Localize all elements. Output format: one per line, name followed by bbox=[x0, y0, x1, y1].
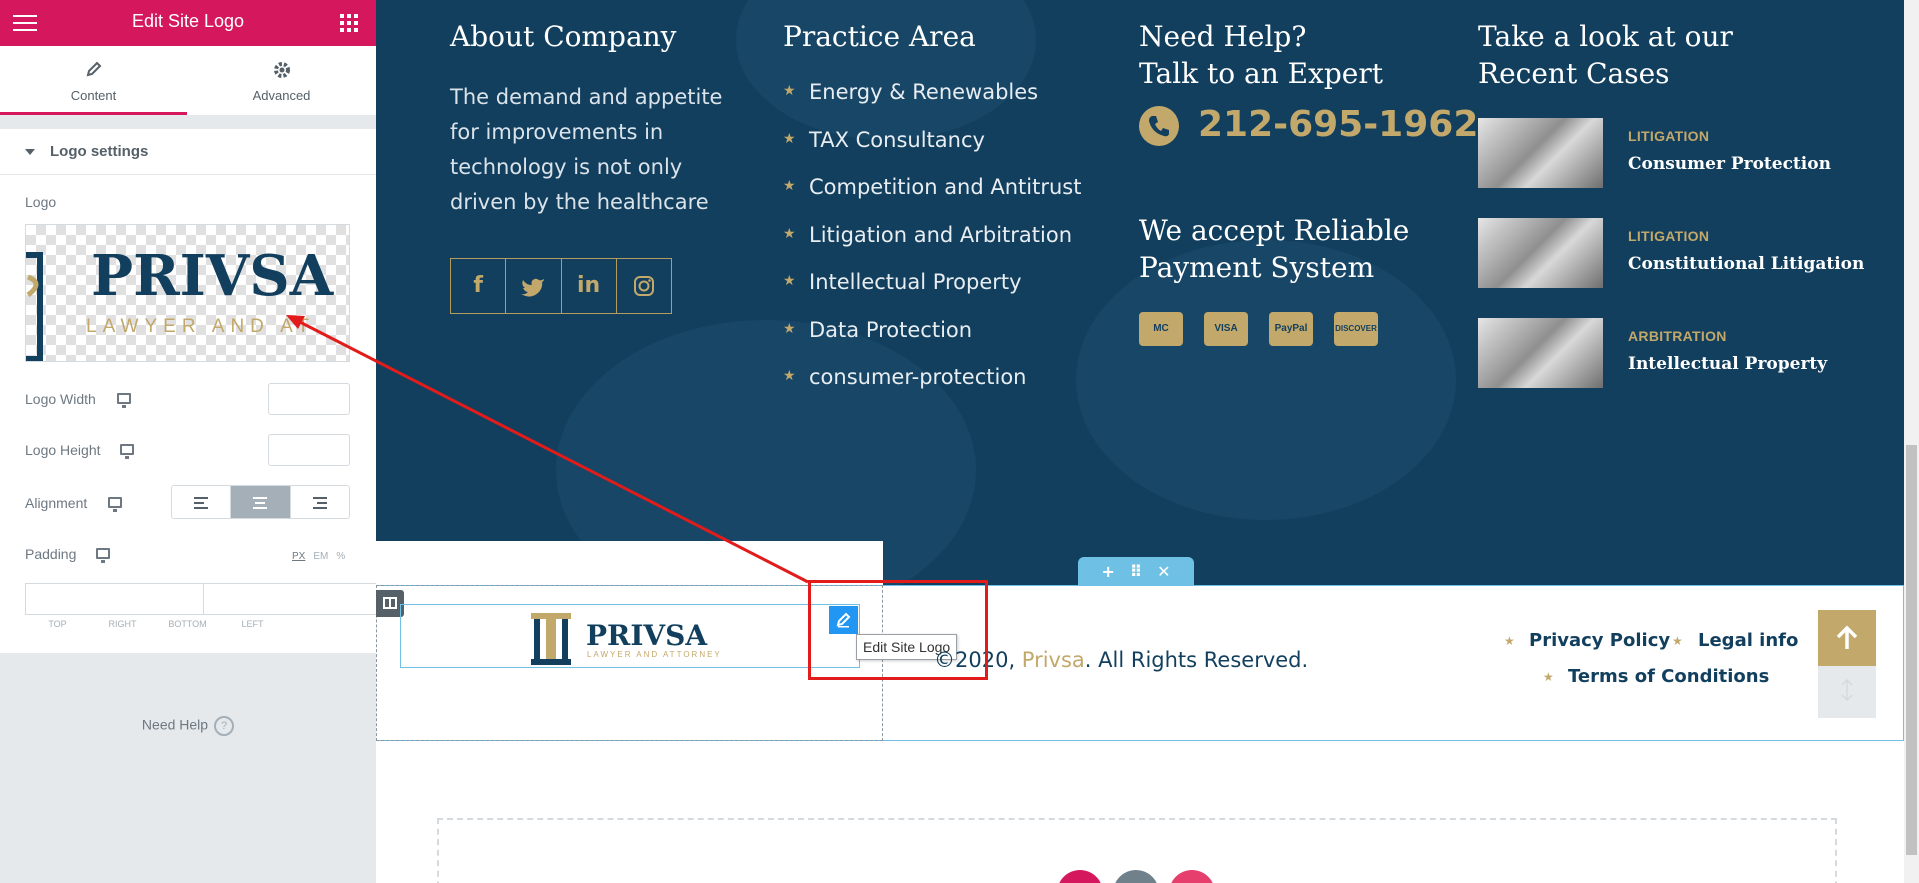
annotation-arrow bbox=[286, 315, 809, 584]
scrollbar-thumb[interactable] bbox=[1906, 445, 1917, 855]
page-scrollbar[interactable] bbox=[1904, 0, 1919, 883]
